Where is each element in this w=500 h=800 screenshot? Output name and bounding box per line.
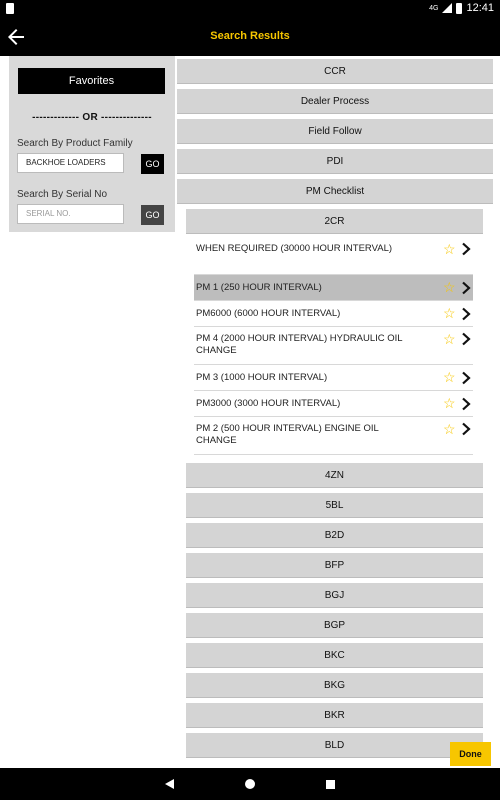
status-indicators: 4G 12:41 (429, 2, 494, 14)
checklist-item-label: PM 3 (1000 HOUR INTERVAL) (196, 372, 328, 383)
checklist-item[interactable]: PM3000 (3000 HOUR INTERVAL) ☆ (194, 391, 473, 417)
checklist-item-label: PM 1 (250 HOUR INTERVAL) (196, 282, 322, 293)
chevron-right-icon[interactable] (459, 281, 473, 295)
chevron-right-icon[interactable] (459, 332, 473, 346)
favorites-button[interactable]: Favorites (18, 68, 165, 94)
checklist-item-label: PM3000 (3000 HOUR INTERVAL) (196, 398, 341, 409)
chevron-right-icon[interactable] (459, 242, 473, 256)
results-list: CCR Dealer Process Field Follow PDI PM Check… (175, 56, 500, 768)
checklist-item[interactable]: PM 3 (1000 HOUR INTERVAL) ☆ (194, 365, 473, 391)
model-row-open[interactable]: 2CR (186, 209, 483, 234)
nav-bar (0, 768, 500, 800)
category-row[interactable]: Field Follow (177, 119, 493, 144)
product-family-label: Search By Product Family (17, 138, 133, 149)
serial-go-button[interactable]: GO (141, 205, 164, 225)
or-divider: ------------- OR -------------- (32, 112, 152, 123)
checklist-item-label: PM 4 (2000 HOUR INTERVAL) HYDRAULIC OIL … (196, 333, 403, 356)
clock: 12:41 (466, 2, 494, 14)
star-outline-icon[interactable]: ☆ (443, 280, 456, 294)
serial-label: Search By Serial No (17, 189, 108, 200)
star-outline-icon[interactable]: ☆ (443, 242, 456, 256)
category-row[interactable]: PM Checklist (177, 179, 493, 204)
model-row[interactable]: BFP (186, 553, 483, 578)
checklist-item[interactable]: PM6000 (6000 HOUR INTERVAL) ☆ (194, 301, 473, 327)
checklist-item-label: PM 2 (500 HOUR INTERVAL) ENGINE OIL CHAN… (196, 423, 379, 446)
model-row[interactable]: BGP (186, 613, 483, 638)
product-family-go-button[interactable]: GO (141, 154, 164, 174)
nav-recents-icon[interactable] (326, 780, 335, 789)
chevron-right-icon[interactable] (459, 371, 473, 385)
chevron-right-icon[interactable] (459, 307, 473, 321)
checklist-item-label: WHEN REQUIRED (30000 HOUR INTERVAL) (196, 243, 393, 254)
star-outline-icon[interactable]: ☆ (443, 422, 456, 436)
product-family-field[interactable]: BACKHOE LOADERS (17, 153, 124, 173)
checklist-item[interactable]: PM 2 (500 HOUR INTERVAL) ENGINE OIL CHAN… (194, 417, 473, 455)
star-outline-icon[interactable]: ☆ (443, 370, 456, 384)
checklist-item[interactable]: PM 4 (2000 HOUR INTERVAL) HYDRAULIC OIL … (194, 327, 473, 365)
model-row[interactable]: 4ZN (186, 463, 483, 488)
checklist-item[interactable]: WHEN REQUIRED (30000 HOUR INTERVAL) ☆ (194, 237, 473, 275)
nav-home-icon[interactable] (245, 779, 255, 789)
star-outline-icon[interactable]: ☆ (443, 332, 456, 346)
checklist-item[interactable]: PM 1 (250 HOUR INTERVAL) ☆ (194, 275, 473, 301)
nav-back-icon[interactable] (165, 779, 174, 789)
battery-icon (456, 2, 463, 14)
chevron-right-icon[interactable] (459, 397, 473, 411)
app-bar: Search Results (0, 18, 500, 56)
model-row[interactable]: BKC (186, 643, 483, 668)
sd-card-icon (6, 3, 14, 14)
model-row[interactable]: 5BL (186, 493, 483, 518)
search-panel: Favorites ------------- OR -------------… (9, 56, 175, 232)
page-title: Search Results (210, 30, 290, 42)
model-row[interactable]: BKR (186, 703, 483, 728)
status-bar: 4G 12:41 (0, 0, 500, 18)
signal-icon (442, 3, 453, 13)
done-button[interactable]: Done (450, 742, 491, 766)
network-label: 4G (429, 4, 439, 12)
star-outline-icon[interactable]: ☆ (443, 306, 456, 320)
category-row[interactable]: Dealer Process (177, 89, 493, 114)
checklist-item-label: PM6000 (6000 HOUR INTERVAL) (196, 308, 341, 319)
model-row[interactable]: BGJ (186, 583, 483, 608)
model-row[interactable]: BKG (186, 673, 483, 698)
category-row[interactable]: PDI (177, 149, 493, 174)
serial-field[interactable]: SERIAL NO. (17, 204, 124, 224)
category-row[interactable]: CCR (177, 59, 493, 84)
star-outline-icon[interactable]: ☆ (443, 396, 456, 410)
model-row[interactable]: B2D (186, 523, 483, 548)
model-row[interactable]: BLD (186, 733, 483, 758)
chevron-right-icon[interactable] (459, 422, 473, 436)
